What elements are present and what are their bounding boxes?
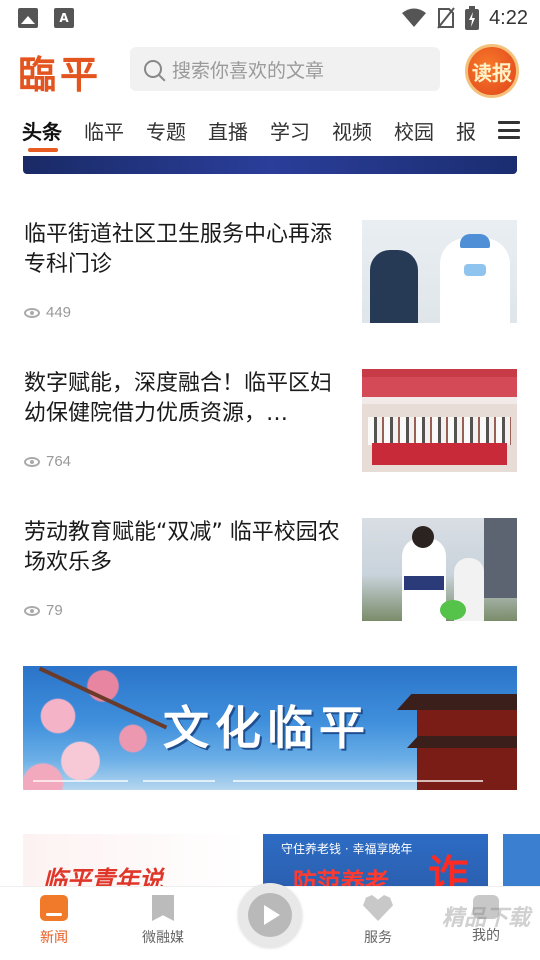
image-notification-icon [18, 8, 38, 28]
play-button[interactable] [238, 883, 302, 947]
status-bar: A 4:22 [0, 0, 540, 36]
eye-icon [24, 605, 40, 616]
promo-card-pension-char: 诈 [428, 852, 468, 888]
menu-icon[interactable] [498, 121, 520, 139]
pavilion-decoration [397, 676, 517, 790]
article-item[interactable]: 劳动教育赋能“双减” 临平校园农场欢乐多 79 [0, 518, 540, 668]
article-title: 劳动教育赋能“双减” 临平校园农场欢乐多 [24, 520, 340, 575]
wifi-icon [402, 8, 427, 27]
tab-row: 头条 临平 专题 直播 学习 视频 校园 报 [22, 116, 488, 145]
channel-tabs: 头条 临平 专题 直播 学习 视频 校园 报 [0, 108, 540, 156]
article-views: 449 [24, 304, 71, 321]
tab-study[interactable]: 学习 [270, 116, 310, 145]
view-count: 764 [46, 453, 72, 470]
search-icon [144, 60, 162, 78]
article-item[interactable]: 数字赋能，深度融合！临平区妇幼保健院借力优质资源，… 764 [0, 369, 540, 519]
home-icon [40, 895, 68, 921]
battery-icon [465, 6, 480, 30]
article-thumbnail [362, 369, 517, 472]
article-thumbnail [362, 220, 517, 323]
status-right: 4:22 [401, 6, 528, 30]
tab-campus[interactable]: 校园 [394, 116, 434, 145]
tab-topics[interactable]: 专题 [146, 116, 186, 145]
play-icon [248, 893, 292, 937]
tab-linping[interactable]: 临平 [84, 116, 124, 145]
article-views: 764 [24, 453, 71, 470]
nav-service[interactable]: 服务 [333, 895, 423, 947]
read-newspaper-button[interactable]: 读报 [465, 44, 519, 98]
article-title: 临平街道社区卫生服务中心再添专科门诊 [24, 222, 333, 277]
carousel-indicator [23, 780, 517, 782]
status-time: 4:22 [489, 6, 528, 29]
active-tab-indicator [28, 148, 58, 152]
top-banner-image[interactable] [23, 156, 517, 174]
bookmark-icon [152, 895, 174, 921]
nav-news[interactable]: 新闻 [9, 895, 99, 947]
article-views: 79 [24, 602, 63, 619]
heart-icon [363, 895, 393, 921]
tab-video[interactable]: 视频 [332, 116, 372, 145]
eye-icon [24, 456, 40, 467]
watermark: 精品下载 [441, 906, 530, 931]
article-title: 数字赋能，深度融合！临平区妇幼保健院借力优质资源，… [24, 371, 333, 426]
view-count: 79 [46, 602, 63, 619]
search-placeholder: 搜索你喜欢的文章 [172, 59, 325, 82]
article-item[interactable]: 临平街道社区卫生服务中心再添专科门诊 449 [0, 220, 540, 370]
nav-media-label: 微融媒 [142, 930, 184, 946]
eye-icon [24, 307, 40, 318]
status-left: A [18, 8, 74, 28]
tab-live[interactable]: 直播 [208, 116, 248, 145]
promo-card-partial[interactable] [503, 834, 540, 888]
nav-news-label: 新闻 [40, 930, 68, 946]
a-notification-icon: A [54, 8, 74, 28]
app-logo: 臨平 [18, 52, 103, 97]
no-sim-icon [437, 7, 455, 29]
nav-media[interactable]: 微融媒 [118, 895, 208, 947]
tab-headlines[interactable]: 头条 [22, 116, 62, 145]
tab-more-partial[interactable]: 报 [456, 116, 476, 145]
article-thumbnail [362, 518, 517, 621]
promo-strip: 临平青年说 守住养老钱 · 幸福享晚年 防范养老 诈 [23, 834, 540, 888]
culture-banner[interactable]: 文化临平 [23, 666, 517, 790]
app-header: 臨平 搜索你喜欢的文章 读报 [0, 36, 540, 100]
promo-card-pension[interactable]: 守住养老钱 · 幸福享晚年 防范养老 诈 [263, 834, 488, 888]
culture-banner-title: 文化临平 [163, 701, 371, 755]
promo-card-pension-title: 防范养老 [293, 868, 389, 888]
promo-card-youth-title: 临平青年说 [43, 865, 163, 888]
blossom-decoration [23, 666, 163, 790]
promo-card-youth[interactable]: 临平青年说 [23, 834, 248, 888]
promo-card-pension-subtitle: 守住养老钱 · 幸福享晚年 [281, 842, 413, 856]
view-count: 449 [46, 304, 72, 321]
search-bar[interactable]: 搜索你喜欢的文章 [130, 47, 440, 91]
nav-service-label: 服务 [364, 930, 392, 946]
